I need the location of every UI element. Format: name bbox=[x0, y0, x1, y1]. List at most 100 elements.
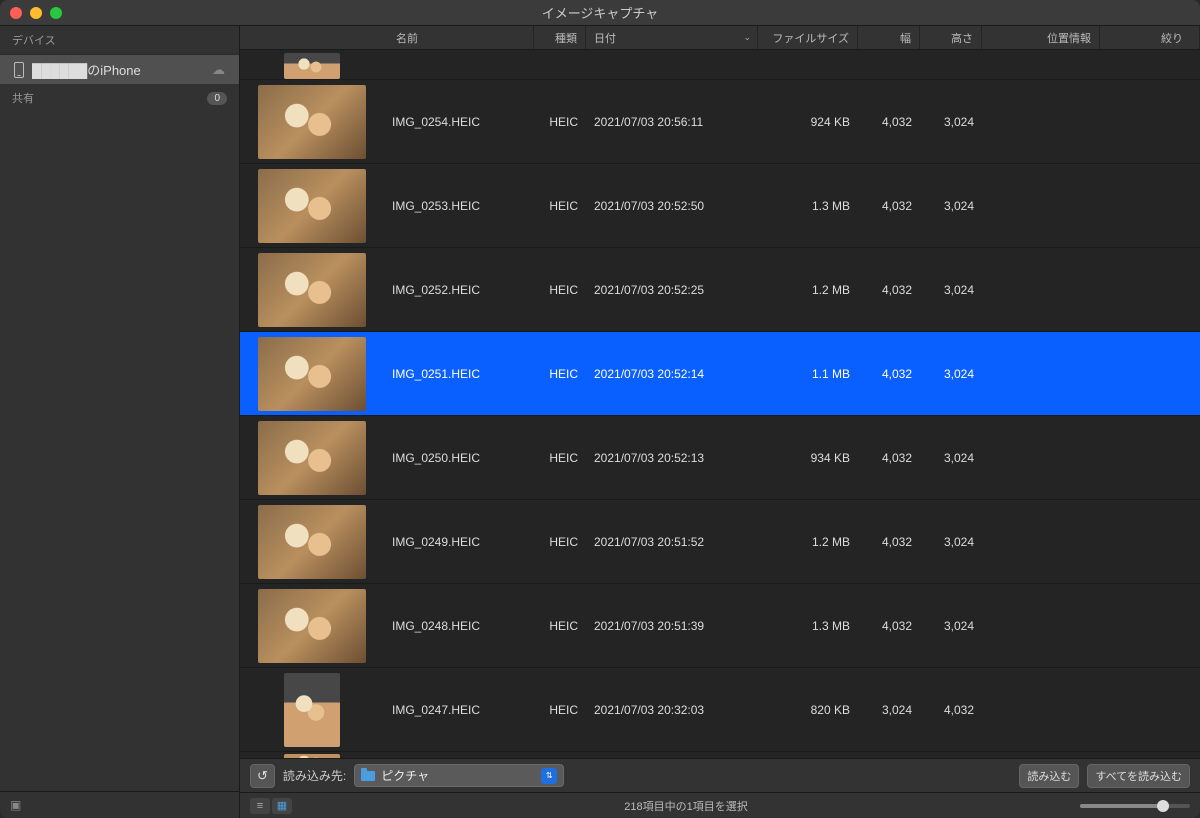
phone-icon bbox=[14, 62, 24, 78]
cell-date: 2021/07/03 20:56:11 bbox=[586, 115, 758, 129]
col-size[interactable]: ファイルサイズ bbox=[758, 26, 858, 49]
table-row[interactable]: IMG_0248.HEICHEIC2021/07/03 20:51:391.3 … bbox=[240, 584, 1200, 668]
import-all-button[interactable]: すべてを読み込む bbox=[1087, 764, 1190, 788]
app-window: イメージキャプチャ デバイス ██████のiPhone ☁ 共有 0 ▣ 名前 bbox=[0, 0, 1200, 818]
cell-name: IMG_0247.HEIC bbox=[384, 703, 534, 717]
import-button[interactable]: 読み込む bbox=[1019, 764, 1079, 788]
maximize-button[interactable] bbox=[50, 7, 62, 19]
cell-width: 4,032 bbox=[858, 283, 920, 297]
status-bar: ≡ ▦ 218項目中の1項目を選択 bbox=[240, 792, 1200, 818]
show-desktop-icon[interactable]: ▣ bbox=[10, 798, 21, 812]
cell-width: 4,032 bbox=[858, 199, 920, 213]
cell-kind: HEIC bbox=[534, 283, 586, 297]
cell-date: 2021/07/03 20:52:14 bbox=[586, 367, 758, 381]
cell-date: 2021/07/03 20:52:25 bbox=[586, 283, 758, 297]
cell-date: 2021/07/03 20:51:52 bbox=[586, 535, 758, 549]
col-aperture[interactable]: 絞り bbox=[1100, 26, 1200, 49]
cell-name: IMG_0250.HEIC bbox=[384, 451, 534, 465]
device-name: ██████のiPhone bbox=[32, 60, 141, 79]
table-row[interactable]: IMG_0250.HEICHEIC2021/07/03 20:52:13934 … bbox=[240, 416, 1200, 500]
cell-size: 1.2 MB bbox=[758, 535, 858, 549]
slider-knob[interactable] bbox=[1157, 800, 1169, 812]
cell-name: IMG_0252.HEIC bbox=[384, 283, 534, 297]
cell-height: 3,024 bbox=[920, 199, 982, 213]
cell-kind: HEIC bbox=[534, 619, 586, 633]
table-row[interactable]: IMG_0249.HEICHEIC2021/07/03 20:51:521.2 … bbox=[240, 500, 1200, 584]
devices-label: デバイス bbox=[12, 32, 56, 48]
cell-height: 3,024 bbox=[920, 535, 982, 549]
col-location[interactable]: 位置情報 bbox=[982, 26, 1100, 49]
table-row[interactable]: IMG_0254.HEICHEIC2021/07/03 20:56:11924 … bbox=[240, 80, 1200, 164]
cell-height: 3,024 bbox=[920, 283, 982, 297]
thumbnail bbox=[258, 589, 366, 663]
cell-date: 2021/07/03 20:51:39 bbox=[586, 619, 758, 633]
cell-width: 4,032 bbox=[858, 535, 920, 549]
thumbnail bbox=[258, 421, 366, 495]
col-date[interactable]: 日付 ⌄ bbox=[586, 26, 758, 49]
sidebar-footer: ▣ bbox=[0, 791, 239, 818]
col-kind[interactable]: 種類 bbox=[534, 26, 586, 49]
cell-name: IMG_0249.HEIC bbox=[384, 535, 534, 549]
table-row[interactable]: IMG_0252.HEICHEIC2021/07/03 20:52:251.2 … bbox=[240, 248, 1200, 332]
thumbnail-size-slider[interactable] bbox=[1080, 804, 1190, 808]
main-pane: 名前 種類 日付 ⌄ ファイルサイズ 幅 高さ 位置情報 絞り IMG_0254… bbox=[240, 26, 1200, 818]
thumbnail bbox=[284, 53, 340, 79]
folder-icon bbox=[361, 771, 375, 781]
cell-height: 3,024 bbox=[920, 367, 982, 381]
sidebar-device-item[interactable]: ██████のiPhone ☁ bbox=[0, 55, 239, 84]
cell-kind: HEIC bbox=[534, 115, 586, 129]
cell-height: 3,024 bbox=[920, 451, 982, 465]
thumbnail bbox=[258, 85, 366, 159]
cell-date: 2021/07/03 20:52:13 bbox=[586, 451, 758, 465]
cell-kind: HEIC bbox=[534, 451, 586, 465]
rotate-button[interactable]: ↺ bbox=[250, 764, 275, 788]
cell-width: 4,032 bbox=[858, 451, 920, 465]
titlebar[interactable]: イメージキャプチャ bbox=[0, 0, 1200, 26]
traffic-lights bbox=[10, 7, 62, 19]
cell-kind: HEIC bbox=[534, 535, 586, 549]
cell-height: 4,032 bbox=[920, 703, 982, 717]
list-view-button[interactable]: ≡ bbox=[250, 798, 270, 814]
thumbnail bbox=[284, 673, 340, 747]
cell-size: 934 KB bbox=[758, 451, 858, 465]
sidebar-devices-header: デバイス bbox=[0, 26, 239, 55]
col-height[interactable]: 高さ bbox=[920, 26, 982, 49]
cell-kind: HEIC bbox=[534, 199, 586, 213]
destination-value: ピクチャ bbox=[381, 767, 429, 784]
table-row[interactable]: IMG_0253.HEICHEIC2021/07/03 20:52:501.3 … bbox=[240, 164, 1200, 248]
sidebar-shared-header: 共有 0 bbox=[0, 84, 239, 112]
close-button[interactable] bbox=[10, 7, 22, 19]
window-body: デバイス ██████のiPhone ☁ 共有 0 ▣ 名前 種類 日付 ⌄ bbox=[0, 26, 1200, 818]
col-name[interactable]: 名前 bbox=[240, 26, 534, 49]
window-title: イメージキャプチャ bbox=[0, 3, 1200, 22]
popup-arrows-icon: ⇅ bbox=[541, 768, 557, 784]
thumbnail bbox=[284, 754, 340, 758]
cell-width: 4,032 bbox=[858, 367, 920, 381]
cell-width: 4,032 bbox=[858, 115, 920, 129]
cell-height: 3,024 bbox=[920, 619, 982, 633]
image-list[interactable]: IMG_0254.HEICHEIC2021/07/03 20:56:11924 … bbox=[240, 50, 1200, 758]
cell-date: 2021/07/03 20:32:03 bbox=[586, 703, 758, 717]
cell-size: 1.3 MB bbox=[758, 619, 858, 633]
col-width[interactable]: 幅 bbox=[858, 26, 920, 49]
chevron-down-icon: ⌄ bbox=[743, 32, 751, 43]
minimize-button[interactable] bbox=[30, 7, 42, 19]
cloud-icon: ☁ bbox=[212, 62, 225, 78]
destination-popup[interactable]: ピクチャ ⇅ bbox=[354, 764, 564, 787]
cell-height: 3,024 bbox=[920, 115, 982, 129]
cell-kind: HEIC bbox=[534, 367, 586, 381]
thumbnail bbox=[258, 253, 366, 327]
cell-size: 1.2 MB bbox=[758, 283, 858, 297]
cell-date: 2021/07/03 20:52:50 bbox=[586, 199, 758, 213]
table-row[interactable]: IMG_0247.HEICHEIC2021/07/03 20:32:03820 … bbox=[240, 668, 1200, 752]
cell-width: 4,032 bbox=[858, 619, 920, 633]
sidebar: デバイス ██████のiPhone ☁ 共有 0 ▣ bbox=[0, 26, 240, 818]
thumbnail bbox=[258, 169, 366, 243]
grid-view-button[interactable]: ▦ bbox=[272, 798, 292, 814]
table-row[interactable] bbox=[240, 50, 1200, 80]
shared-count-badge: 0 bbox=[207, 92, 227, 105]
cell-name: IMG_0251.HEIC bbox=[384, 367, 534, 381]
view-toggle: ≡ ▦ bbox=[250, 798, 292, 814]
table-row[interactable]: IMG_0251.HEICHEIC2021/07/03 20:52:141.1 … bbox=[240, 332, 1200, 416]
status-text: 218項目中の1項目を選択 bbox=[292, 798, 1080, 814]
